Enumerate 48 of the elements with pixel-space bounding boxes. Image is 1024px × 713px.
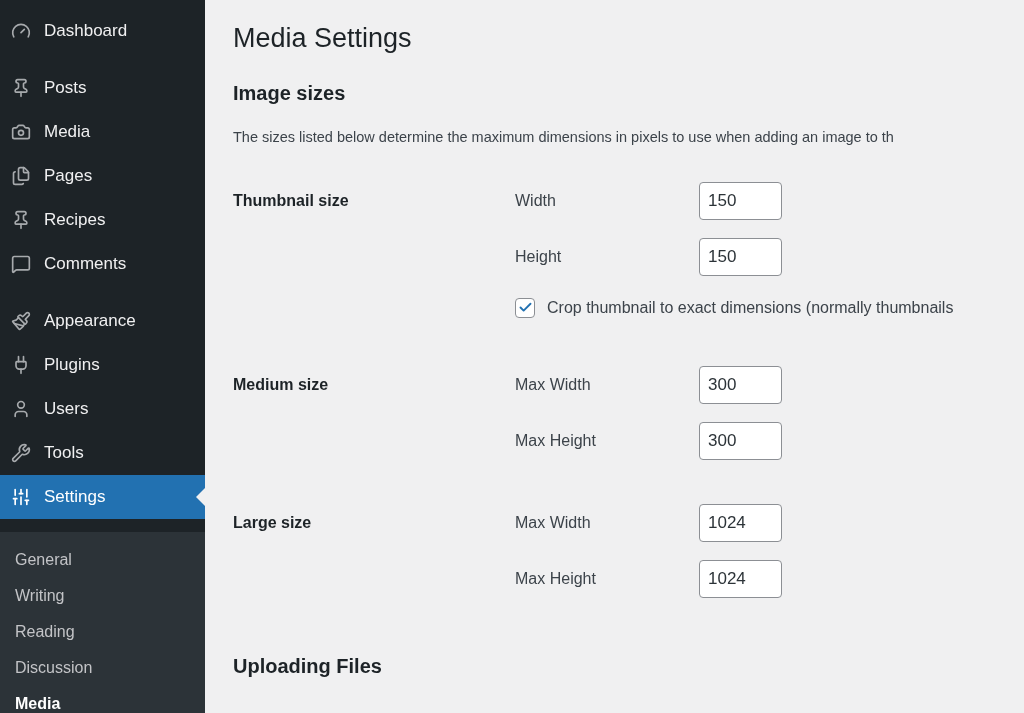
size-label: Large size: [233, 512, 312, 533]
sidebar-item[interactable]: Media: [0, 110, 205, 154]
number-field[interactable]: 150: [699, 181, 782, 220]
gauge-icon: [11, 21, 31, 41]
wrench-icon: [11, 443, 31, 463]
number-field[interactable]: 150: [699, 237, 782, 276]
speech-bubble-icon: [11, 254, 31, 274]
field-label: Max Height: [515, 430, 597, 451]
submenu-item[interactable]: General: [0, 542, 205, 578]
number-field[interactable]: 1024: [699, 503, 782, 542]
field-label: Max Width: [515, 512, 592, 533]
current-pointer-icon: [196, 488, 205, 506]
checkbox[interactable]: [515, 297, 535, 318]
checkbox-label: Crop thumbnail to exact dimensions (normally thumbnails: [547, 297, 954, 318]
pages-icon: [11, 166, 31, 186]
submenu-item[interactable]: Media: [0, 686, 205, 713]
sidebar-item[interactable]: Appearance: [0, 299, 205, 343]
page-title: Media Settings: [233, 22, 412, 55]
size-label: Thumbnail size: [233, 190, 349, 211]
pin-icon: [11, 78, 31, 98]
sidebar-item[interactable]: Users: [0, 387, 205, 431]
pin-icon: [11, 210, 31, 230]
field-label: Max Height: [515, 568, 597, 589]
paintbrush-icon: [11, 311, 31, 331]
sidebar-item[interactable]: Pages: [0, 154, 205, 198]
camera-icon: [11, 122, 31, 142]
user-icon: [11, 399, 31, 419]
sidebar-item[interactable]: Settings: [0, 475, 205, 519]
number-field[interactable]: 300: [699, 421, 782, 460]
number-field[interactable]: 1024: [699, 559, 782, 598]
submenu-item[interactable]: Reading: [0, 614, 205, 650]
sidebar-item[interactable]: Posts: [0, 66, 205, 110]
size-label: Medium size: [233, 374, 329, 395]
sliders-icon: [11, 487, 31, 507]
section-title: Image sizes: [233, 81, 346, 106]
submenu-item[interactable]: Discussion: [0, 650, 205, 686]
sidebar-item[interactable]: Recipes: [0, 198, 205, 242]
sidebar-item[interactable]: Tools: [0, 431, 205, 475]
number-field[interactable]: 300: [699, 365, 782, 404]
field-label: Height: [515, 246, 563, 267]
sidebar-item[interactable]: Dashboard: [0, 9, 205, 53]
field-label: Width: [515, 190, 557, 211]
submenu-item[interactable]: Writing: [0, 578, 205, 614]
field-label: Max Width: [515, 374, 592, 395]
sidebar-item[interactable]: Comments: [0, 242, 205, 286]
section-title: Uploading Files: [233, 653, 382, 679]
section-description: The sizes listed below determine the maximum dimensions in pixels to use when adding an image to th: [233, 128, 894, 147]
sidebar-item[interactable]: Plugins: [0, 343, 205, 387]
